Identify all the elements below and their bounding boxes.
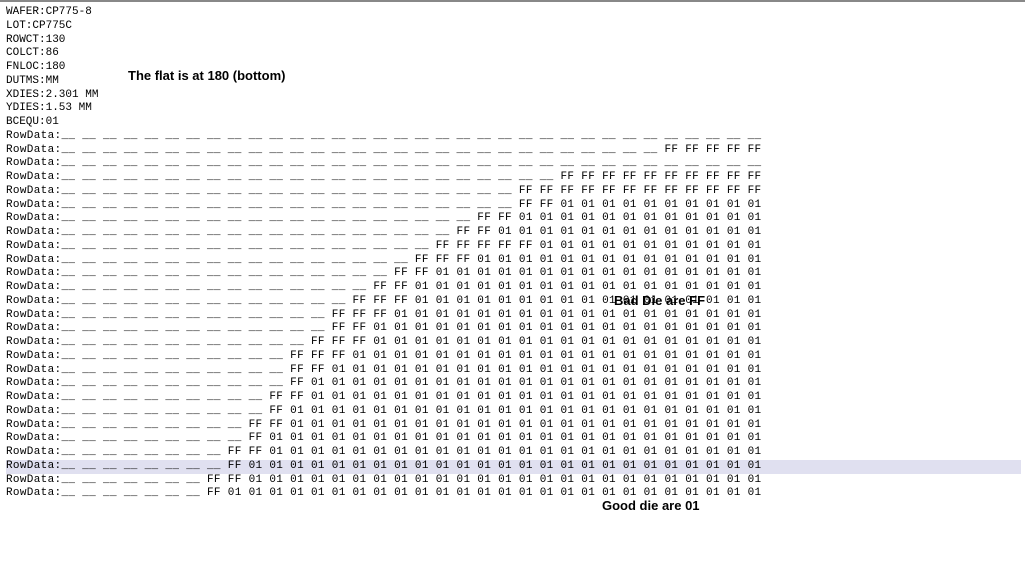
wafer-row: RowData:__ __ __ __ __ __ __ __ __ __ __… <box>6 185 1021 199</box>
wafer-row: RowData:__ __ __ __ __ __ __ __ __ __ __… <box>6 281 1021 295</box>
wafer-row: RowData:__ __ __ __ __ __ __ __ __ __ __… <box>6 377 1021 391</box>
header-lot: LOT:CP775C <box>6 20 1021 34</box>
wafer-row: RowData:__ __ __ __ __ __ __ __ __ __ __… <box>6 267 1021 281</box>
wafer-row: RowData:__ __ __ __ __ __ __ __ FF 01 01… <box>6 460 1021 474</box>
wafer-row: RowData:__ __ __ __ __ __ __ __ __ __ __… <box>6 254 1021 268</box>
wafer-row: RowData:__ __ __ __ __ __ __ __ __ __ __… <box>6 212 1021 226</box>
wafer-row: RowData:__ __ __ __ __ __ __ __ __ __ FF… <box>6 391 1021 405</box>
annotation-bad-die: Bad Die are FF <box>614 293 705 309</box>
wafer-row: RowData:__ __ __ __ __ __ __ __ __ __ __… <box>6 144 1021 158</box>
wafer-row: RowData:__ __ __ __ __ __ __ __ __ __ __… <box>6 240 1021 254</box>
header-wafer: WAFER:CP775-8 <box>6 6 1021 20</box>
wafer-row: RowData:__ __ __ __ __ __ __ __ __ __ __… <box>6 350 1021 364</box>
annotation-good-die: Good die are 01 <box>602 498 700 514</box>
wafer-row: RowData:__ __ __ __ __ __ __ __ __ __ FF… <box>6 405 1021 419</box>
wafer-row: RowData:__ __ __ __ __ __ __ __ __ __ __… <box>6 130 1021 144</box>
wafer-row: RowData:__ __ __ __ __ __ __ __ __ __ __… <box>6 157 1021 171</box>
wafer-row: RowData:__ __ __ __ __ __ __ __ __ __ __… <box>6 322 1021 336</box>
wafer-row: RowData:__ __ __ __ __ __ __ __ __ __ __… <box>6 199 1021 213</box>
header-rowct: ROWCT:130 <box>6 34 1021 48</box>
wafer-row: RowData:__ __ __ __ __ __ __ __ __ __ __… <box>6 309 1021 323</box>
wafer-row: RowData:__ __ __ __ __ __ __ __ __ FF 01… <box>6 432 1021 446</box>
wafer-row: RowData:__ __ __ __ __ __ __ __ __ __ __… <box>6 364 1021 378</box>
wafer-row: RowData:__ __ __ __ __ __ __ __ __ FF FF… <box>6 419 1021 433</box>
wafer-row: RowData:__ __ __ __ __ __ __ __ __ __ __… <box>6 336 1021 350</box>
wafer-row: RowData:__ __ __ __ __ __ __ __ FF FF 01… <box>6 446 1021 460</box>
wafer-row: RowData:__ __ __ __ __ __ __ __ __ __ __… <box>6 171 1021 185</box>
header-bcequ: BCEQU:01 <box>6 116 1021 130</box>
header-colct: COLCT:86 <box>6 47 1021 61</box>
wafer-row: RowData:__ __ __ __ __ __ __ __ __ __ __… <box>6 295 1021 309</box>
wafer-row: RowData:__ __ __ __ __ __ __ FF FF 01 01… <box>6 474 1021 488</box>
wafer-row: RowData:__ __ __ __ __ __ __ FF 01 01 01… <box>6 487 1021 501</box>
header-xdies: XDIES:2.301 MM <box>6 89 1021 103</box>
header-ydies: YDIES:1.53 MM <box>6 102 1021 116</box>
wafer-row: RowData:__ __ __ __ __ __ __ __ __ __ __… <box>6 226 1021 240</box>
wafer-rows: RowData:__ __ __ __ __ __ __ __ __ __ __… <box>6 130 1021 501</box>
annotation-flat: The flat is at 180 (bottom) <box>128 68 285 84</box>
